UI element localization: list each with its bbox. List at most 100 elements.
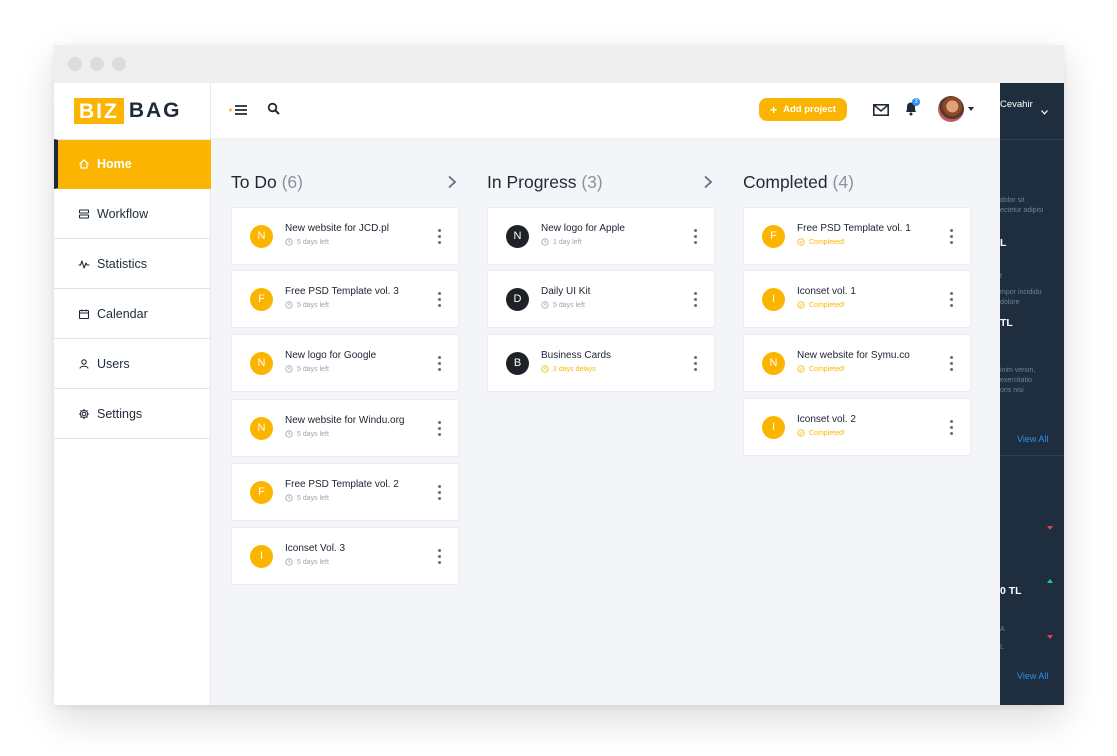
column-header: To Do (6) <box>231 172 459 194</box>
card-avatar: F <box>250 481 273 504</box>
task-card[interactable]: I Iconset Vol. 3 5 days left <box>231 527 459 585</box>
panel-text: mpor incididu <box>1000 289 1042 296</box>
panel-text: ectetur adipisi <box>1000 207 1044 214</box>
more-options-icon[interactable] <box>436 356 442 374</box>
clock-icon <box>285 365 293 373</box>
card-avatar: I <box>250 545 273 568</box>
clock-icon <box>541 238 549 246</box>
add-project-button[interactable]: + Add project <box>759 98 847 121</box>
sidebar-item-label: Workflow <box>97 206 149 221</box>
panel-amount: 0 TL <box>1000 585 1022 597</box>
column-title: To Do (6) <box>231 172 303 192</box>
user-name[interactable]: Cevahir <box>1000 99 1033 110</box>
task-card[interactable]: I Iconset vol. 2 Completed! <box>743 398 971 456</box>
sidebar-item-users[interactable]: Users <box>54 339 211 389</box>
column-title: Completed (4) <box>743 172 854 192</box>
more-options-icon[interactable] <box>692 292 698 310</box>
sidebar-item-calendar[interactable]: Calendar <box>54 289 211 339</box>
task-card[interactable]: F Free PSD Template vol. 2 5 days left <box>231 463 459 521</box>
sidebar-item-statistics[interactable]: Statistics <box>54 239 211 289</box>
panel-text: A <box>1000 626 1005 633</box>
window-minimize-dot[interactable] <box>90 57 104 71</box>
chevron-right-icon[interactable] <box>447 175 457 189</box>
user-avatar[interactable] <box>938 96 964 122</box>
add-project-label: Add project <box>783 104 836 115</box>
brand-logo-part2: BAG <box>128 99 182 122</box>
window-close-dot[interactable] <box>68 57 82 71</box>
task-card[interactable]: N New logo for Apple 1 day left <box>487 207 715 265</box>
panel-amount: L <box>1000 237 1007 249</box>
task-card[interactable]: F Free PSD Template vol. 3 5 days left <box>231 270 459 328</box>
card-meta: 5 days left <box>285 365 329 373</box>
check-circle-icon <box>797 365 805 373</box>
check-circle-icon <box>797 238 805 246</box>
card-title: Iconset Vol. 3 <box>285 543 346 554</box>
chevron-down-icon[interactable] <box>968 107 974 111</box>
trend-down-icon <box>1047 635 1053 639</box>
task-card[interactable]: F Free PSD Template vol. 1 Completed! <box>743 207 971 265</box>
workflow-icon <box>78 208 90 220</box>
chevron-right-icon[interactable] <box>703 175 713 189</box>
more-options-icon[interactable] <box>948 229 954 247</box>
card-title: Daily UI Kit <box>541 286 591 297</box>
task-card[interactable]: D Daily UI Kit 5 days left <box>487 270 715 328</box>
task-card[interactable]: N New website for JCD.pl 5 days left <box>231 207 459 265</box>
more-options-icon[interactable] <box>948 292 954 310</box>
sidebar-item-settings[interactable]: Settings <box>54 389 211 439</box>
more-options-icon[interactable] <box>692 356 698 374</box>
more-options-icon[interactable] <box>948 420 954 438</box>
card-title: New website for JCD.pl <box>285 223 389 234</box>
card-meta: 2 days delays <box>541 365 596 373</box>
more-options-icon[interactable] <box>436 421 442 439</box>
column-title: In Progress (3) <box>487 172 603 192</box>
sidebar: BIZ BAG Home Workflow Statistics Calenda… <box>54 83 211 705</box>
task-card[interactable]: I Iconset vol. 1 Completed! <box>743 270 971 328</box>
panel-text: dolor sit <box>1000 197 1025 204</box>
card-meta: 5 days left <box>285 430 329 438</box>
brand-logo[interactable]: BIZ BAG <box>74 98 182 124</box>
calendar-icon <box>78 308 90 320</box>
clock-icon <box>541 301 549 309</box>
more-options-icon[interactable] <box>436 485 442 503</box>
statistics-icon <box>78 258 90 270</box>
card-avatar: I <box>762 416 785 439</box>
card-avatar: N <box>250 417 273 440</box>
card-title: Iconset vol. 1 <box>797 286 856 297</box>
sidebar-nav: Home Workflow Statistics Calendar Users … <box>54 139 211 439</box>
notification-badge: 3 <box>912 98 920 106</box>
more-options-icon[interactable] <box>692 229 698 247</box>
home-icon <box>78 158 90 170</box>
panel-text: L <box>1000 644 1004 651</box>
more-options-icon[interactable] <box>436 292 442 310</box>
search-icon[interactable] <box>267 102 281 116</box>
panel-amount: TL <box>1000 317 1013 329</box>
card-avatar: N <box>250 225 273 248</box>
task-card[interactable]: N New logo for Google 5 days left <box>231 334 459 392</box>
clock-icon <box>285 494 293 502</box>
sidebar-item-workflow[interactable]: Workflow <box>54 189 211 239</box>
check-circle-icon <box>797 301 805 309</box>
sidebar-item-label: Home <box>97 157 132 171</box>
more-options-icon[interactable] <box>948 356 954 374</box>
sidebar-item-label: Users <box>97 356 130 371</box>
trend-up-icon <box>1047 579 1053 583</box>
more-options-icon[interactable] <box>436 549 442 567</box>
card-meta: 5 days left <box>285 558 329 566</box>
task-card[interactable]: N New website for Windu.org 5 days left <box>231 399 459 457</box>
task-card[interactable]: B Business Cards 2 days delays <box>487 334 715 392</box>
sidebar-item-home[interactable]: Home <box>54 139 211 189</box>
task-card[interactable]: N New website for Symu.co Completed! <box>743 334 971 392</box>
window-maximize-dot[interactable] <box>112 57 126 71</box>
mail-icon[interactable] <box>873 103 889 116</box>
menu-toggle-icon[interactable] <box>228 102 249 118</box>
card-title: New logo for Google <box>285 350 377 361</box>
top-bar: + Add project 3 <box>211 83 1000 139</box>
card-meta: 5 days left <box>285 238 329 246</box>
sidebar-item-label: Settings <box>97 406 143 421</box>
more-options-icon[interactable] <box>436 229 442 247</box>
view-all-link[interactable]: View All <box>1017 434 1048 444</box>
chevron-down-icon[interactable] <box>1041 102 1048 115</box>
card-avatar: N <box>762 352 785 375</box>
view-all-link[interactable]: View All <box>1017 671 1048 681</box>
clock-icon <box>285 238 293 246</box>
